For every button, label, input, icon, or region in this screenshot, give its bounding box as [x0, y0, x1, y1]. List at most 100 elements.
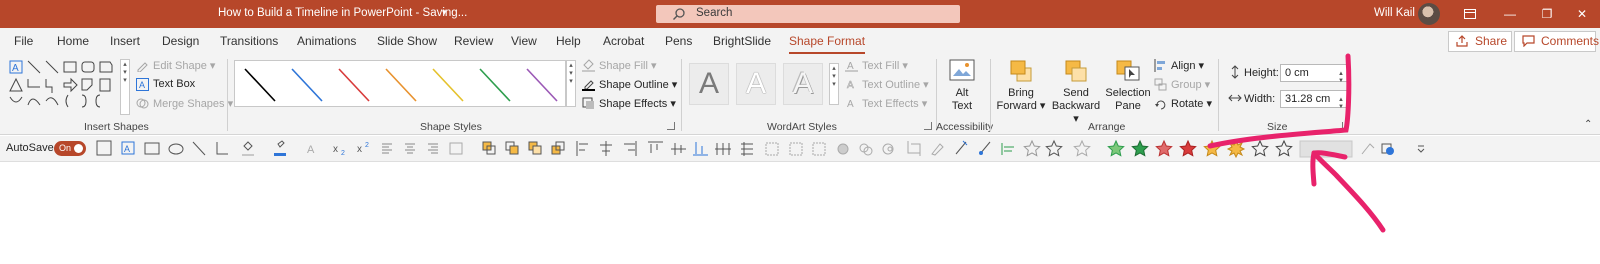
text-fill-label: Text Fill: [862, 60, 900, 72]
shape-style-preset-7[interactable]: [526, 68, 558, 102]
alt-text-icon: [949, 59, 975, 81]
shape-style-presets[interactable]: [235, 61, 565, 106]
shape-fill-button[interactable]: Shape Fill ▾: [582, 59, 657, 72]
ribbon: A ▴ ▾ ▾ Edit Shape ▾ A Text Box Merge Shap…: [0, 55, 1600, 135]
tab-insert[interactable]: Insert: [110, 34, 140, 48]
shape-style-preset-6[interactable]: [479, 68, 511, 102]
size-dialog-launcher-icon[interactable]: [1335, 122, 1343, 130]
height-input[interactable]: 0 cm ▲ ▼: [1280, 64, 1348, 84]
shape-styles-dialog-launcher-icon[interactable]: [667, 122, 675, 130]
avatar[interactable]: [1418, 3, 1440, 25]
user-name[interactable]: Will Kail: [1374, 7, 1415, 19]
bring-forward-button[interactable]: Bring Forward ▾: [995, 59, 1047, 113]
tab-acrobat[interactable]: Acrobat: [603, 34, 644, 48]
shapes-gallery[interactable]: A: [8, 59, 120, 115]
comments-button[interactable]: Comments: [1514, 31, 1600, 52]
wordart-more-icon[interactable]: ▴ ▾ ▾: [829, 63, 839, 105]
svg-text:A: A: [307, 144, 315, 156]
wordart-dialog-launcher-icon[interactable]: [924, 122, 932, 130]
restore-icon[interactable]: ❐: [1537, 5, 1557, 23]
shape-effects-button[interactable]: Shape Effects ▾: [582, 97, 676, 110]
height-value: 0 cm: [1285, 67, 1309, 79]
text-box-label: Text Box: [153, 78, 196, 90]
tab-shape-format[interactable]: Shape Format: [789, 34, 866, 54]
autosave-state: On: [59, 143, 72, 153]
send-backward-button[interactable]: Send Backward ▾: [1048, 59, 1104, 126]
collapse-ribbon-icon[interactable]: ⌃: [1584, 119, 1592, 130]
share-button[interactable]: Share: [1448, 31, 1512, 52]
tab-file[interactable]: File: [14, 34, 33, 48]
shape-style-preset-4[interactable]: [385, 68, 417, 102]
shape-style-preset-5[interactable]: [432, 68, 464, 102]
divider: [681, 59, 682, 131]
autosave-toggle[interactable]: On: [54, 141, 86, 156]
qat-icons[interactable]: A A x2 x2: [96, 136, 1456, 162]
wordart-style-2[interactable]: A: [736, 63, 776, 105]
tab-view[interactable]: View: [511, 34, 537, 48]
tab-slide-show[interactable]: Slide Show: [377, 34, 437, 48]
shapes-gallery-more-icon[interactable]: ▴ ▾ ▾: [120, 59, 130, 115]
divider: [990, 59, 991, 131]
width-input[interactable]: 31.28 cm ▲ ▼: [1280, 90, 1348, 110]
tab-design[interactable]: Design: [162, 34, 199, 48]
tab-home[interactable]: Home: [57, 34, 89, 48]
tab-review[interactable]: Review: [454, 34, 493, 48]
svg-text:A: A: [12, 63, 19, 74]
spin-down-icon[interactable]: ▼: [1338, 99, 1344, 115]
ribbon-display-options-icon[interactable]: [1460, 5, 1480, 23]
edit-shape-label: Edit Shape: [153, 60, 207, 72]
text-effects-icon: A: [847, 99, 854, 110]
edit-shape-icon: [137, 62, 148, 72]
width-label: Width:: [1244, 93, 1276, 105]
title-dropdown-icon[interactable]: ▾: [442, 7, 447, 18]
group-label-size: Size: [1267, 121, 1288, 133]
shape-style-preset-1[interactable]: [244, 68, 276, 102]
tab-transitions[interactable]: Transitions: [220, 34, 278, 48]
group-label-wordart-styles: WordArt Styles: [767, 121, 837, 133]
rotate-button[interactable]: Rotate ▾: [1154, 97, 1212, 110]
ribbon-tabs: File Home Insert Design Transitions Anim…: [0, 28, 1600, 55]
title-bar: How to Build a Timeline in PowerPoint - …: [0, 0, 1600, 28]
paint-bucket-icon: [582, 59, 595, 72]
text-fill-icon: A: [845, 61, 858, 72]
text-box-button[interactable]: A Text Box: [136, 78, 196, 91]
share-icon: [1456, 35, 1468, 47]
shape-style-preset-3[interactable]: [338, 68, 370, 102]
align-label: Align: [1171, 60, 1196, 72]
text-effects-button[interactable]: A Text Effects ▾: [845, 97, 927, 110]
group-objects-icon: [1154, 78, 1167, 91]
comment-icon: [1522, 35, 1535, 47]
group-label-arrange: Arrange: [1088, 121, 1126, 133]
selection-pane-icon: [1116, 60, 1140, 81]
shape-style-preset-2[interactable]: [291, 68, 323, 102]
close-icon[interactable]: ✕: [1572, 5, 1592, 23]
text-fill-button[interactable]: A Text Fill ▾: [845, 59, 908, 72]
shape-styles-more-icon[interactable]: ▴ ▾ ▾: [566, 60, 576, 107]
alt-text-button[interactable]: Alt Text: [944, 59, 980, 113]
shape-effects-icon: [582, 97, 594, 109]
search-placeholder: Search: [696, 7, 733, 19]
comments-label: Comments: [1541, 34, 1600, 48]
shape-outline-button[interactable]: Shape Outline ▾: [582, 78, 677, 91]
group-button[interactable]: Group ▾: [1154, 78, 1210, 91]
alt-text-label-line2: Text: [951, 100, 973, 112]
wordart-style-3[interactable]: A: [783, 63, 823, 105]
qat-save-icon: [96, 140, 112, 156]
alt-text-label-line1: Alt: [955, 87, 969, 99]
align-button[interactable]: Align ▾: [1154, 59, 1204, 72]
document-title[interactable]: How to Build a Timeline in PowerPoint - …: [218, 7, 467, 19]
search-box[interactable]: Search: [656, 5, 960, 23]
tab-pens[interactable]: Pens: [665, 34, 692, 48]
merge-shapes-button[interactable]: Merge Shapes ▾: [136, 97, 233, 110]
shape-styles-gallery[interactable]: [234, 60, 566, 107]
width-icon: [1228, 94, 1242, 102]
tab-brightslide[interactable]: BrightSlide: [713, 34, 771, 48]
selection-pane-button[interactable]: Selection Pane: [1104, 59, 1152, 113]
tab-help[interactable]: Help: [556, 34, 581, 48]
edit-shape-button[interactable]: Edit Shape ▾: [136, 59, 215, 72]
text-outline-button[interactable]: A Text Outline ▾: [845, 78, 929, 91]
minimize-icon[interactable]: —: [1500, 5, 1520, 23]
tab-animations[interactable]: Animations: [297, 34, 356, 48]
spin-down-icon[interactable]: ▼: [1338, 73, 1344, 89]
wordart-style-1[interactable]: A: [689, 63, 729, 105]
